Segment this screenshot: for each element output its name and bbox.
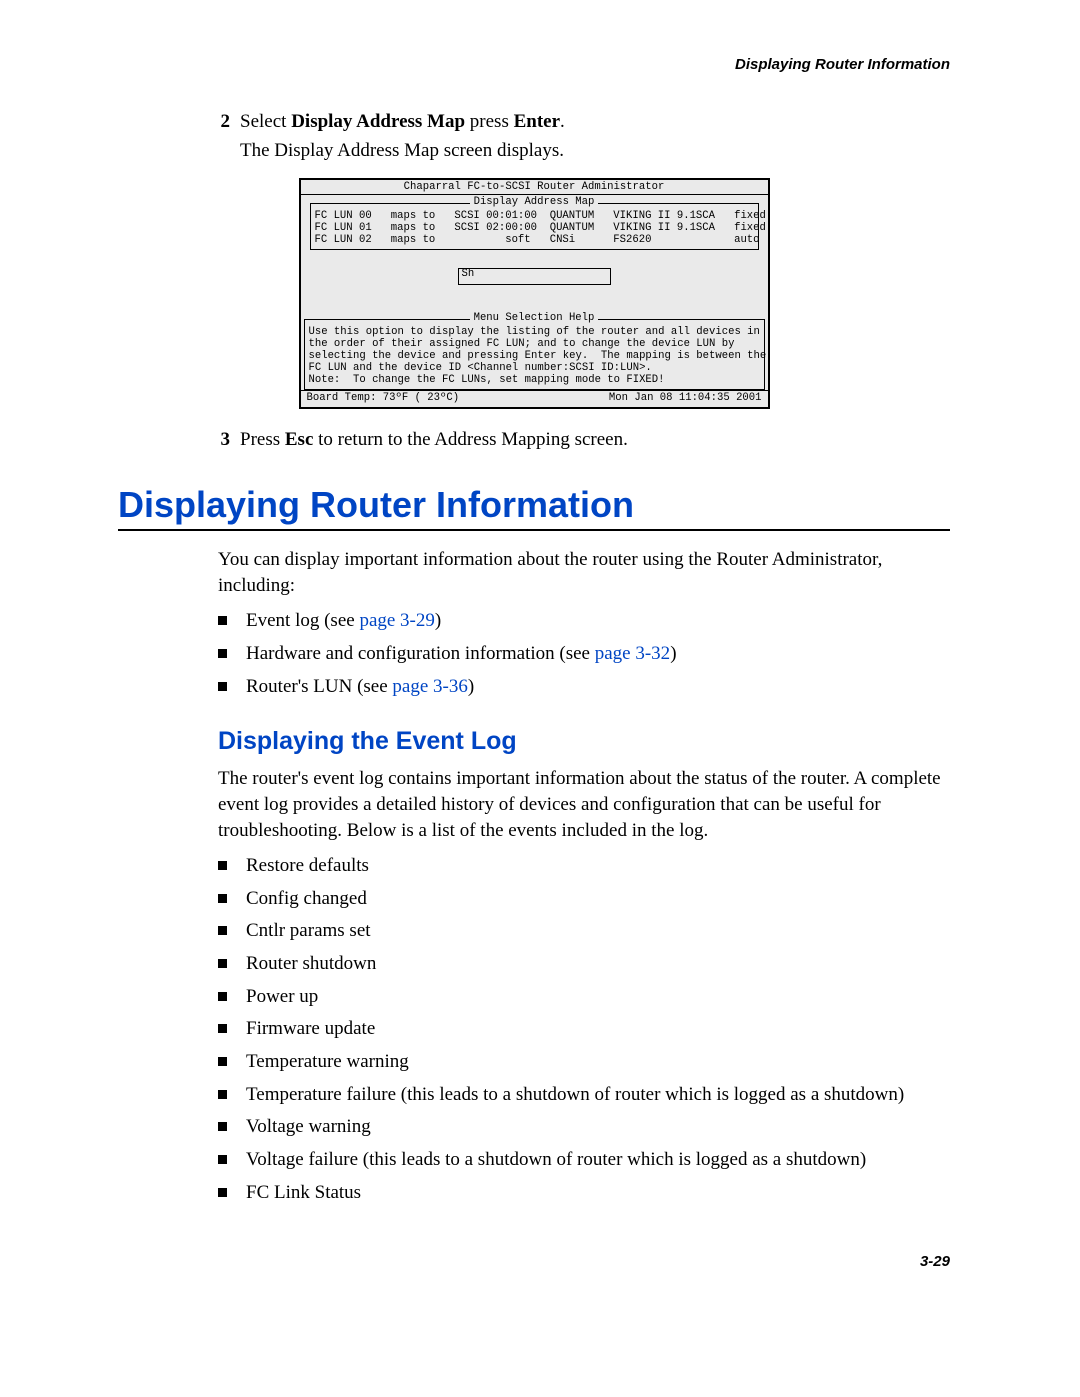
step-2-bold1: Display Address Map [291,111,465,132]
list-item: Cntlr params set [218,918,950,944]
step-2: 2 Select Display Address Map press Enter… [202,109,950,136]
terminal-sh-text: Sh [462,268,475,280]
step-2-post: . [560,111,565,132]
terminal-footer-right: Mon Jan 08 11:04:35 2001 [609,393,762,405]
intro-paragraph: You can display important information ab… [218,547,950,598]
list-item: Firmware update [218,1016,950,1042]
running-header: Displaying Router Information [118,56,950,73]
step-2-pre: Select [240,111,291,132]
list-item: Voltage failure (this leads to a shutdow… [218,1147,950,1173]
step-3-bold1: Esc [285,429,314,450]
bullet-after: ) [670,643,676,664]
intro-bullet-list: Event log (see page 3-29) Hardware and c… [218,608,950,699]
terminal-window: Chaparral FC-to-SCSI Router Administrato… [299,178,770,410]
list-item: Restore defaults [218,853,950,879]
list-item: Router's LUN (see page 3-36) [218,674,950,700]
bullet-text: Event log (see [246,610,359,631]
step-2-mid: press [465,111,514,132]
display-address-map-box: Display Address Map FC LUN 00 maps to SC… [310,203,759,249]
step-2-bold2: Enter [514,111,560,132]
bullet-text: Router's LUN (see [246,676,392,697]
heading-1-rule [118,529,950,531]
address-map-rows: FC LUN 00 maps to SCSI 00:01:00 QUANTUM … [315,211,754,247]
menu-selection-help-text: Use this option to display the listing o… [309,327,760,386]
event-bullet-list: Restore defaults Config changed Cntlr pa… [218,853,950,1205]
list-item: Power up [218,984,950,1010]
list-item: Temperature warning [218,1049,950,1075]
page-link[interactable]: page 3-29 [359,610,434,631]
step-2-number: 2 [202,109,230,136]
terminal-sh-field: Sh [458,268,611,285]
page-link[interactable]: page 3-36 [392,676,467,697]
list-item: Hardware and configuration information (… [218,641,950,667]
terminal-footer: Board Temp: 73ºF ( 23ºC) Mon Jan 08 11:0… [301,390,768,408]
eventlog-intro: The router's event log contains importan… [218,766,950,843]
list-item: Config changed [218,886,950,912]
step-3: 3 Press Esc to return to the Address Map… [202,427,950,454]
list-item: Event log (see page 3-29) [218,608,950,634]
menu-selection-help-box: Menu Selection Help Use this option to d… [304,319,765,389]
step-2-text: Select Display Address Map press Enter. [240,109,950,136]
heading-2: Displaying the Event Log [218,727,950,756]
step-3-post: to return to the Address Mapping screen. [313,429,627,450]
step-2-continuation: The Display Address Map screen displays. [240,140,950,162]
terminal-footer-left: Board Temp: 73ºF ( 23ºC) [307,393,460,405]
step-3-pre: Press [240,429,285,450]
page-number: 3-29 [118,1253,950,1270]
step-3-text: Press Esc to return to the Address Mappi… [240,427,950,454]
terminal-title: Chaparral FC-to-SCSI Router Administrato… [301,180,768,196]
terminal-screenshot: Chaparral FC-to-SCSI Router Administrato… [118,178,950,410]
page-link[interactable]: page 3-32 [595,643,670,664]
bullet-text: Hardware and configuration information (… [246,643,595,664]
display-address-map-title: Display Address Map [470,196,599,208]
list-item: FC Link Status [218,1180,950,1206]
step-3-number: 3 [202,427,230,454]
bullet-after: ) [435,610,441,631]
list-item: Router shutdown [218,951,950,977]
heading-1: Displaying Router Information [118,484,950,526]
list-item: Temperature failure (this leads to a shu… [218,1082,950,1108]
bullet-after: ) [468,676,474,697]
list-item: Voltage warning [218,1114,950,1140]
